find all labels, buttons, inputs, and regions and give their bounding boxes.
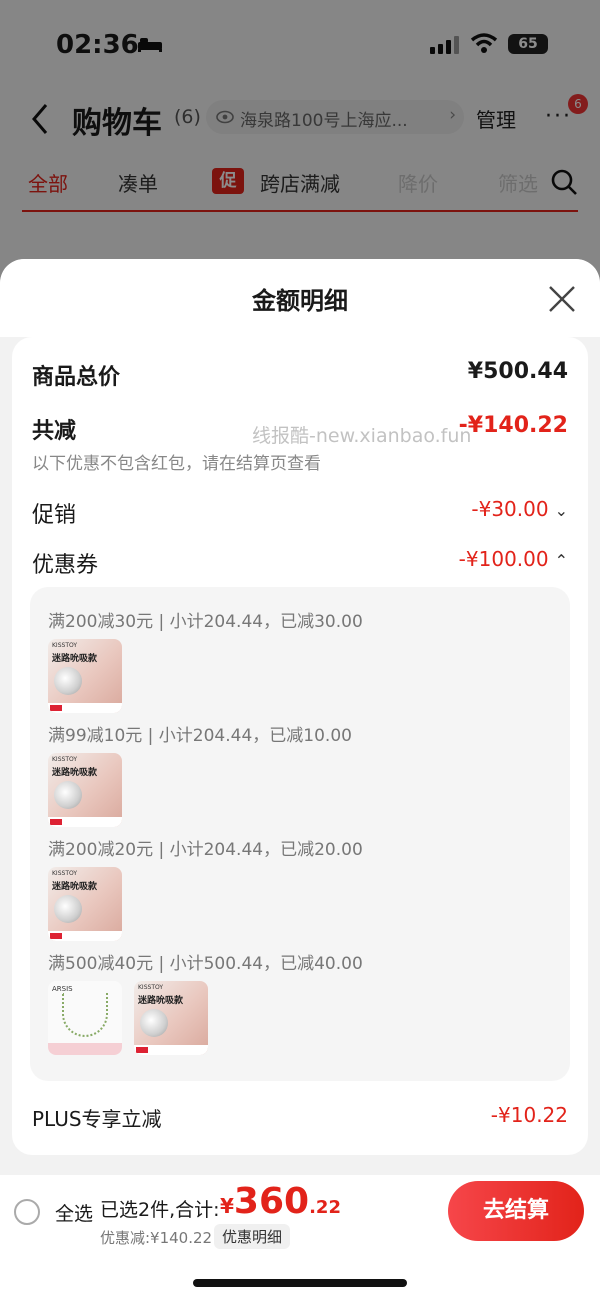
thumb-name: 迷路吮吸款 — [52, 882, 98, 892]
discount-note: 以下优惠不包含红包，请在结算页查看 — [32, 454, 321, 474]
chevron-down-icon: ⌄ — [554, 501, 568, 520]
watermark: 线报酷-new.xianbao.fun — [252, 425, 472, 447]
thumb-name: 迷路吮吸款 — [52, 654, 98, 664]
coupon-label: 优惠券 — [32, 553, 99, 578]
chevron-up-icon: ⌃ — [554, 551, 568, 570]
plus-discount-label: PLUS专享立减 — [32, 1107, 162, 1131]
total-price-value: ¥500.44 — [467, 359, 568, 384]
total-currency: ¥ — [220, 1194, 234, 1218]
amount-card: 商品总价 ¥500.44 线报酷-new.xianbao.fun 共减 -¥14… — [12, 337, 588, 1155]
discount-detail-button[interactable]: 优惠明细 — [214, 1224, 291, 1249]
promotion-label: 促销 — [32, 503, 77, 528]
total-amount: ¥360.22 — [220, 1181, 341, 1222]
coupon-row[interactable]: -¥100.00 ⌃ — [459, 547, 568, 571]
thumb-tag — [50, 819, 62, 825]
promotion-row[interactable]: -¥30.00 ⌄ — [471, 497, 568, 521]
product-image — [140, 1009, 168, 1037]
thumb-tag — [50, 933, 62, 939]
necklace-image — [62, 993, 108, 1037]
thumb-brand: ARSIS — [52, 985, 73, 993]
checkout-bar: 全选 已选2件,合计: ¥360.22 优惠减:¥140.22 优惠明细 去结算 — [0, 1175, 600, 1300]
sheet-title: 金额明细 — [252, 287, 348, 315]
necklace-thumbnail[interactable]: ARSIS — [48, 981, 122, 1055]
coupon-item: 满200减20元 | 小计204.44，已减20.00 — [48, 840, 363, 860]
coupon-item: 满200减30元 | 小计204.44，已减30.00 — [48, 612, 363, 632]
thumb-name: 迷路吮吸款 — [138, 996, 184, 1006]
thumb-tag — [50, 705, 62, 711]
thumb-strip — [48, 1043, 122, 1055]
home-indicator — [193, 1279, 407, 1287]
select-all-label[interactable]: 全选 — [55, 1199, 93, 1226]
amount-detail-sheet: 金额明细 商品总价 ¥500.44 线报酷-new.xianbao.fun 共减… — [0, 259, 600, 1300]
total-decimal: .22 — [309, 1197, 341, 1218]
checkout-button[interactable]: 去结算 — [448, 1181, 584, 1241]
discount-summary: 优惠减:¥140.22 — [100, 1229, 213, 1247]
product-image — [54, 667, 82, 695]
total-discount-label: 共减 — [32, 419, 77, 444]
thumb-brand: KISSTOY — [138, 984, 164, 991]
thumb-name: 迷路吮吸款 — [52, 768, 98, 778]
product-thumbnail[interactable]: KISSTOY 迷路吮吸款 — [48, 639, 122, 713]
product-image — [54, 781, 82, 809]
product-thumbnail[interactable]: KISSTOY 迷路吮吸款 — [48, 867, 122, 941]
coupon-item: 满500减40元 | 小计500.44，已减40.00 — [48, 954, 363, 974]
plus-discount-value: -¥10.22 — [490, 1103, 568, 1127]
thumb-brand: KISSTOY — [52, 870, 78, 877]
total-discount-value: -¥140.22 — [458, 413, 568, 438]
sheet-header: 金额明细 — [0, 259, 600, 337]
thumb-brand: KISSTOY — [52, 642, 78, 649]
coupon-detail-list: 满200减30元 | 小计204.44，已减30.00 KISSTOY 迷路吮吸… — [30, 587, 570, 1081]
thumb-brand: KISSTOY — [52, 756, 78, 763]
coupon-value: -¥100.00 — [458, 547, 549, 571]
select-all-checkbox[interactable] — [14, 1199, 40, 1225]
product-thumbnail[interactable]: KISSTOY 迷路吮吸款 — [134, 981, 208, 1055]
total-integer: 360 — [233, 1181, 310, 1222]
total-price-label: 商品总价 — [32, 365, 121, 390]
selected-summary: 已选2件,合计: — [100, 1199, 220, 1221]
coupon-item: 满99减10元 | 小计204.44，已减10.00 — [48, 726, 352, 746]
promotion-value: -¥30.00 — [471, 497, 549, 521]
close-icon[interactable] — [546, 283, 578, 315]
product-thumbnail[interactable]: KISSTOY 迷路吮吸款 — [48, 753, 122, 827]
product-image — [54, 895, 82, 923]
thumb-tag — [136, 1047, 148, 1053]
